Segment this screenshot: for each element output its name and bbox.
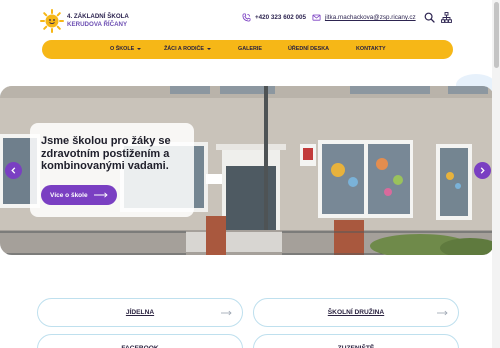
nav-item-kontakty[interactable]: Kontakty bbox=[356, 40, 386, 59]
chevron-left-icon bbox=[11, 167, 16, 174]
chevron-right-icon bbox=[480, 167, 485, 174]
quick-link-facebook[interactable]: Facebook bbox=[37, 334, 243, 348]
scrollbar-thumb[interactable] bbox=[494, 2, 499, 68]
button-label: Více o škole bbox=[50, 191, 88, 199]
hero-title: Jsme školou pro žáky se zdravotním posti… bbox=[41, 135, 171, 172]
arrow-right-icon bbox=[93, 192, 108, 198]
main-nav: O škole Žáci a rodiče Galerie Úřední des… bbox=[42, 40, 453, 59]
quick-link-zuzeniste[interactable]: Zuzeniště bbox=[253, 334, 459, 348]
slider-prev-button[interactable] bbox=[5, 162, 22, 179]
quick-link-label: Zuzeniště bbox=[254, 335, 458, 348]
email-link[interactable]: jitka.machackova@zsp.ricany.cz bbox=[312, 13, 416, 22]
quick-link-label: Facebook bbox=[38, 335, 242, 348]
sun-logo-icon bbox=[40, 9, 64, 33]
nav-item-label: Úřední deska bbox=[288, 46, 330, 52]
quick-link-label: Školní družina bbox=[327, 309, 385, 316]
slider-next-button[interactable] bbox=[474, 162, 491, 179]
nav-item-label: O škole bbox=[110, 46, 135, 52]
arrow-right-icon bbox=[437, 310, 448, 316]
quick-link-skolni-druzina[interactable]: Školní družina bbox=[253, 298, 459, 327]
email-icon bbox=[312, 14, 321, 21]
logo-line1: 4. základní škola bbox=[67, 13, 129, 21]
nav-item-galerie[interactable]: Galerie bbox=[238, 40, 262, 59]
more-about-school-button[interactable]: Více o škole bbox=[41, 185, 117, 205]
nav-item-label: Galerie bbox=[238, 46, 262, 52]
hero-slider: Jsme školou pro žáky se zdravotním posti… bbox=[0, 86, 494, 255]
nav-item-o-skole[interactable]: O škole bbox=[110, 40, 142, 59]
arrow-right-icon bbox=[221, 310, 232, 316]
search-icon[interactable] bbox=[424, 12, 435, 23]
school-logo[interactable]: 4. základní škola Kerudova Říčany bbox=[40, 7, 130, 35]
quick-link-label: Jídelna bbox=[125, 309, 155, 316]
nav-item-label: Kontakty bbox=[356, 46, 386, 52]
phone-icon bbox=[242, 13, 251, 22]
page-scrollbar[interactable] bbox=[492, 0, 500, 348]
hero-caption-card: Jsme školou pro žáky se zdravotním posti… bbox=[30, 123, 194, 217]
quick-link-jidelna[interactable]: Jídelna bbox=[37, 298, 243, 327]
chevron-down-icon bbox=[137, 47, 142, 50]
nav-item-zaci-a-rodice[interactable]: Žáci a rodiče bbox=[164, 40, 212, 59]
nav-item-label: Žáci a rodiče bbox=[164, 46, 205, 52]
phone-number: +420 323 602 005 bbox=[255, 14, 306, 21]
logo-line2: Kerudova Říčany bbox=[67, 21, 128, 28]
chevron-down-icon bbox=[207, 47, 212, 50]
email-address: jitka.machackova@zsp.ricany.cz bbox=[325, 14, 416, 21]
nav-item-uredni-deska[interactable]: Úřední deska bbox=[288, 40, 329, 59]
sitemap-icon[interactable] bbox=[441, 12, 452, 23]
phone-link[interactable]: +420 323 602 005 bbox=[242, 13, 306, 22]
